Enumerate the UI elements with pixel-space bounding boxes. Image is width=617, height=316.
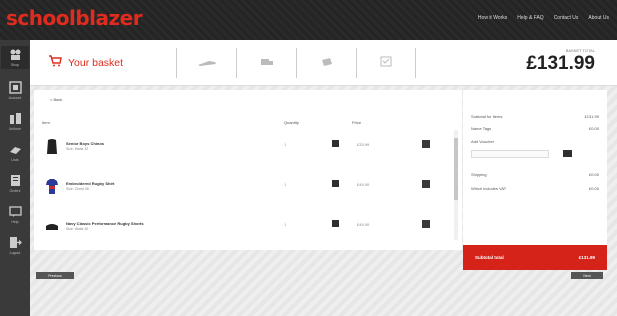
step-payment[interactable] — [296, 48, 356, 78]
back-link[interactable]: < Back — [50, 97, 62, 102]
sidebar-item-help[interactable]: Help — [1, 205, 29, 224]
product-image-rugby-shirt — [44, 178, 60, 196]
summary-label: Subtotal for Items — [471, 114, 503, 119]
sidebar-item-lists[interactable]: Lists — [1, 143, 29, 162]
next-button[interactable]: Next — [571, 272, 603, 279]
column-header-quantity: Quantity — [284, 120, 299, 125]
product-price: £49.00 — [357, 182, 370, 187]
sidebar-item-label: Orders — [9, 189, 21, 193]
product-name[interactable]: Embroidered Rugby Shirt — [66, 181, 114, 186]
basket-total-amount: £131.99 — [526, 53, 595, 74]
summary-value: £0.00 — [588, 186, 599, 191]
logout-icon — [9, 236, 22, 249]
basket-items-panel: < Back Item Quantity Price Senior Boys C… — [34, 90, 462, 250]
basket-title: Your basket — [48, 54, 123, 72]
summary-value: £0.00 — [588, 172, 599, 177]
top-header: schoolblazer How it Works Help & FAQ Con… — [0, 0, 617, 40]
quantity-value[interactable]: 1 — [284, 142, 286, 147]
quantity-value[interactable]: 1 — [284, 182, 286, 187]
summary-label: Shipping — [471, 172, 487, 177]
scrollbar-thumb[interactable] — [454, 138, 458, 200]
sidebar-item-label: Logout — [9, 251, 21, 255]
sidebar-item-label: Uniform — [8, 127, 22, 131]
quantity-value[interactable]: 1 — [284, 222, 286, 227]
column-header-item: Item — [42, 120, 50, 125]
basket-header: Your basket BASKET TOTAL £131.99 — [30, 40, 617, 86]
remove-item-button[interactable] — [422, 180, 430, 188]
top-nav-links: How it Works Help & FAQ Contact Us About… — [478, 15, 609, 21]
quantity-stepper[interactable] — [332, 180, 339, 187]
payment-icon — [321, 54, 333, 72]
product-price: £49.00 — [357, 222, 370, 227]
top-link-help-faq[interactable]: Help & FAQ — [517, 15, 543, 21]
sidebar-item-label: Help — [11, 220, 19, 224]
step-address[interactable] — [236, 48, 296, 78]
summary-row-voucher: Add Voucher — [471, 139, 599, 144]
total-label: Subtotal total — [475, 255, 504, 260]
sidebar-item-shop[interactable]: Shop — [1, 46, 29, 69]
account-icon — [8, 81, 22, 94]
product-size: Size: Waist 30 — [66, 227, 89, 231]
delivery-truck-icon — [197, 54, 217, 72]
table-row: Navy Classic Performance Rugby Shorts Si… — [34, 214, 462, 240]
site-logo[interactable]: schoolblazer — [6, 6, 143, 30]
total-value: £131.99 — [578, 255, 595, 260]
sidebar-item-label: Shop — [10, 63, 20, 67]
product-price: £33.99 — [357, 142, 370, 147]
sidebar-item-uniform[interactable]: Uniform — [1, 112, 29, 131]
product-image-rugby-shorts — [44, 218, 60, 236]
checkout-total-bar[interactable]: Subtotal total £131.99 — [463, 245, 607, 270]
quantity-stepper[interactable] — [332, 140, 339, 147]
summary-label: Which includes VAT — [471, 186, 507, 191]
top-link-how-it-works[interactable]: How it Works — [478, 15, 507, 21]
summary-row-vat: Which includes VAT £0.00 — [471, 186, 599, 191]
summary-label: Name Tags — [471, 126, 492, 131]
sidebar-item-label: Account — [8, 96, 22, 100]
checklist-icon — [380, 54, 392, 72]
uniform-icon — [9, 112, 22, 125]
help-icon — [8, 205, 22, 218]
order-summary-panel: Subtotal for Items £131.99 Name Tags £0.… — [463, 90, 607, 270]
product-name[interactable]: Navy Classic Performance Rugby Shorts — [66, 221, 144, 226]
shop-icon — [9, 48, 22, 61]
add-voucher-button[interactable] — [563, 150, 572, 157]
table-row: Senior Boys Chinos Size: Waist 32 1 £33.… — [34, 134, 462, 160]
basket-icon — [48, 54, 62, 72]
truck-icon — [260, 54, 274, 72]
sidebar-item-orders[interactable]: Orders — [1, 174, 29, 193]
summary-row-shipping: Shipping £0.00 — [471, 172, 599, 177]
orders-icon — [9, 174, 22, 187]
table-row: Embroidered Rugby Shirt Size: Chest 36 1… — [34, 174, 462, 200]
summary-row-name-tags: Name Tags £0.00 — [471, 126, 599, 131]
sidebar: Shop Account Uniform Lists Orders Help L… — [0, 40, 30, 316]
voucher-code-input[interactable] — [471, 150, 549, 158]
summary-value: £131.99 — [584, 114, 599, 119]
product-name[interactable]: Senior Boys Chinos — [66, 141, 104, 146]
remove-item-button[interactable] — [422, 140, 430, 148]
product-size: Size: Chest 36 — [66, 187, 89, 191]
column-header-price: Price — [352, 120, 362, 125]
step-delivery[interactable] — [176, 48, 236, 78]
summary-value: £0.00 — [588, 126, 599, 131]
product-image-chinos — [44, 138, 60, 156]
remove-item-button[interactable] — [422, 220, 430, 228]
quantity-stepper[interactable] — [332, 220, 339, 227]
summary-label: Add Voucher — [471, 139, 494, 144]
summary-row-subtotal: Subtotal for Items £131.99 — [471, 114, 599, 119]
previous-button[interactable]: Previous — [36, 272, 74, 279]
step-confirm[interactable] — [356, 48, 416, 78]
basket-title-text: Your basket — [68, 57, 124, 69]
product-size: Size: Waist 32 — [66, 147, 89, 151]
lists-icon — [9, 143, 22, 156]
top-link-about[interactable]: About Us — [588, 15, 609, 21]
top-link-contact[interactable]: Contact Us — [554, 15, 579, 21]
sidebar-item-account[interactable]: Account — [1, 81, 29, 100]
basket-total: BASKET TOTAL £131.99 — [526, 48, 595, 75]
sidebar-item-label: Lists — [11, 158, 19, 162]
sidebar-item-logout[interactable]: Logout — [1, 236, 29, 255]
